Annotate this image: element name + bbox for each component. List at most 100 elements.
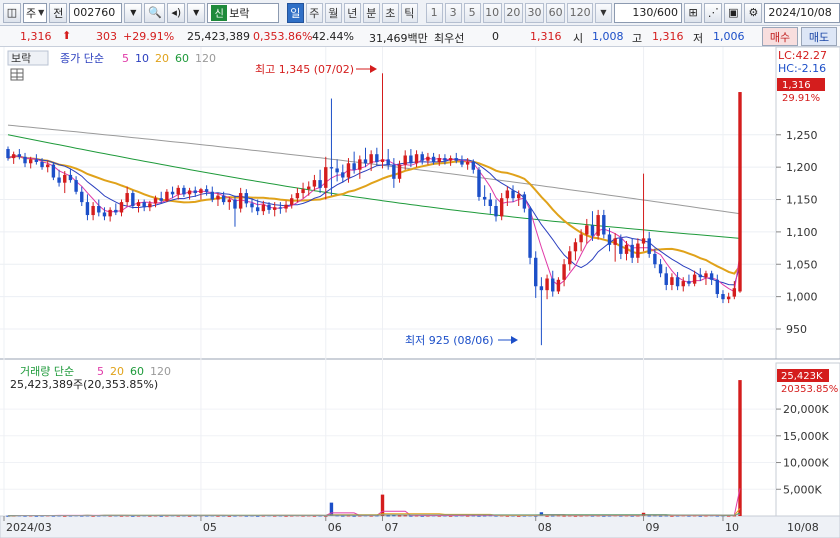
volume-tick-label: 10,000K (783, 457, 829, 470)
candle-body (227, 199, 232, 203)
candle-body (80, 191, 84, 203)
interval-30[interactable]: 30 (524, 2, 545, 23)
candle-body (460, 160, 464, 165)
candle-body (505, 190, 510, 199)
volume-legend-prefix: 거래량 단순 (20, 365, 74, 378)
candle-body (136, 202, 141, 206)
current-pct-tag: 29.91% (782, 93, 820, 104)
market-select[interactable]: 주 ▼ (23, 2, 48, 23)
bar-count-field[interactable]: 130/600 (613, 2, 683, 23)
candle-body (687, 281, 691, 284)
candle-body (295, 193, 300, 199)
chart-area[interactable]: 1,250 1,200 1,150 1,100 1,050 1,000 950 20,000… (0, 46, 840, 538)
legend-period-20: 20 (155, 52, 169, 65)
candle-body (454, 158, 458, 161)
open-value: 1,008 (592, 30, 624, 43)
period-tab-week[interactable]: 주 (305, 2, 323, 23)
candle-body (403, 155, 407, 165)
candle-body (613, 238, 617, 245)
candle-body (607, 234, 612, 245)
chart-type-icon[interactable]: ⊞ (684, 2, 703, 23)
candle-body (709, 273, 714, 280)
candle-body (488, 199, 493, 206)
quote-bar: 1,316 ⬆ 303 +29.91% 25,423,389 0,353.86%… (0, 26, 840, 47)
stock-name-field[interactable]: 신 보락 (207, 2, 280, 23)
candle-body (148, 203, 152, 208)
period-tab-minute[interactable]: 분 (362, 2, 380, 23)
candle-body (63, 174, 67, 183)
candle-body (420, 154, 424, 161)
candle-body (386, 159, 390, 165)
high-label: 고 (632, 32, 643, 45)
trade-amount: 31,469백만 (369, 32, 428, 45)
period-tab-second[interactable]: 초 (381, 2, 399, 23)
candle-body (647, 238, 651, 254)
time-tick-label: 07 (385, 521, 399, 534)
legend-period-60: 60 (175, 52, 189, 65)
candle-body (6, 149, 10, 159)
interval-10[interactable]: 10 (482, 2, 502, 23)
candle-body (471, 161, 476, 170)
candle-body (437, 158, 441, 162)
stock-code-input[interactable]: 002760 (69, 2, 123, 23)
gear-icon[interactable]: ⚙ (744, 2, 763, 23)
speaker-icon[interactable]: ◂) (167, 2, 186, 23)
price-panel[interactable] (0, 47, 776, 359)
time-tick-label: 10 (725, 521, 739, 534)
high-value: 1,316 (652, 30, 684, 43)
candle-body (165, 191, 169, 201)
candle-body (698, 274, 702, 278)
chart-menu-icon[interactable]: ◫ (3, 2, 21, 23)
interval-3[interactable]: 3 (444, 2, 462, 23)
interval-dropdown-button[interactable]: ▼ (594, 2, 612, 23)
save-icon[interactable]: ▣ (724, 2, 743, 23)
candle-body (675, 277, 680, 287)
interval-60[interactable]: 60 (546, 2, 566, 23)
new-badge: 신 (211, 4, 228, 21)
interval-5[interactable]: 5 (463, 2, 481, 23)
volume-value: 25,423,389 (187, 30, 250, 43)
preferred-value: 0 (492, 30, 499, 43)
period-tab-day[interactable]: 일 (286, 2, 304, 23)
candle-body (11, 154, 16, 159)
candle-body (545, 278, 549, 291)
volume-bar (352, 515, 356, 517)
legend-period-10: 10 (135, 52, 149, 65)
volume-tick-label: 5,000K (783, 483, 822, 496)
candle-body (477, 169, 481, 197)
price-tick-label: 1,250 (786, 129, 818, 142)
candle-body (409, 155, 413, 164)
candle-body (210, 191, 214, 200)
candle-body (692, 274, 697, 284)
period-tab-tick[interactable]: 틱 (400, 2, 418, 23)
time-tick-label: 10/08 (787, 521, 819, 534)
candle-body (534, 257, 538, 287)
line-tool-icon[interactable]: ⋰ (704, 2, 723, 23)
sell-button[interactable]: 매도 (801, 27, 837, 46)
candle-body (40, 161, 44, 168)
code-dropdown-button[interactable]: ▼ (124, 2, 143, 23)
volume-info: 25,423,389주(20,353.85%) (10, 378, 158, 391)
period-tab-month[interactable]: 월 (324, 2, 342, 23)
current-price-tag: 1,316 (782, 80, 811, 91)
candle-body (85, 202, 90, 216)
date-field[interactable]: 2024/10/08 (764, 2, 840, 23)
candle-body (46, 164, 50, 168)
candle-body (233, 199, 237, 209)
interval-20[interactable]: 20 (503, 2, 523, 23)
price-name-tag: 보락 (11, 52, 31, 65)
volume-bar (341, 515, 345, 517)
interval-120[interactable]: 120 (567, 2, 593, 23)
market-scope-button[interactable]: 전 (49, 2, 68, 23)
candle-body (465, 161, 470, 165)
legend-period-120: 120 (150, 365, 171, 378)
candle-body (641, 238, 646, 244)
interval-1[interactable]: 1 (425, 2, 443, 23)
candle-body (726, 296, 731, 300)
search-icon[interactable]: 🔍 (144, 2, 166, 23)
period-tab-year[interactable]: 년 (343, 2, 361, 23)
speaker-dropdown-button[interactable]: ▼ (187, 2, 206, 23)
toolbar: ◫ 주 ▼ 전 002760 ▼ 🔍 ◂) ▼ 신 보락 일 주 월 년 분 초 틱… (0, 0, 840, 26)
stock-chart-svg[interactable]: 1,250 1,200 1,150 1,100 1,050 1,000 950 20,000… (0, 46, 840, 538)
buy-button[interactable]: 매수 (762, 27, 798, 46)
